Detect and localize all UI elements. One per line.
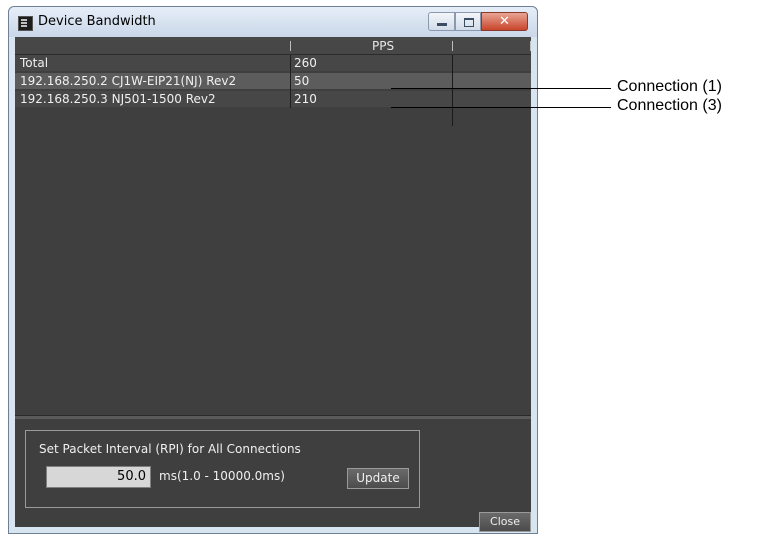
- pps-cell: 50: [294, 74, 310, 88]
- window-title: Device Bandwidth: [38, 14, 156, 29]
- table-row[interactable]: 192.168.250.2 CJ1W-EIP21(NJ) Rev2 50: [15, 73, 531, 89]
- table-header: PPS: [15, 37, 531, 55]
- device-name-cell: 192.168.250.3 NJ501-1500 Rev2: [20, 92, 216, 106]
- maximize-icon: [464, 18, 474, 27]
- title-bar[interactable]: Device Bandwidth ✕: [9, 7, 537, 37]
- table-row[interactable]: 192.168.250.3 NJ501-1500 Rev2 210: [15, 91, 531, 107]
- column-separator[interactable]: [452, 41, 453, 51]
- close-button[interactable]: Close: [479, 512, 531, 532]
- callout-leader-line: [391, 88, 611, 89]
- app-icon: [18, 16, 33, 31]
- minimize-icon: [437, 23, 447, 26]
- table-row[interactable]: Total 260: [15, 55, 531, 71]
- device-name-cell: 192.168.250.2 CJ1W-EIP21(NJ) Rev2: [20, 74, 237, 88]
- column-separator[interactable]: [530, 41, 531, 51]
- splitter[interactable]: [15, 415, 531, 419]
- rpi-group-label: Set Packet Interval (RPI) for All Connec…: [39, 442, 301, 456]
- column-header-pps[interactable]: PPS: [372, 39, 394, 53]
- update-button[interactable]: Update: [347, 468, 409, 489]
- window-close-button[interactable]: ✕: [481, 12, 528, 31]
- column-divider: [452, 55, 453, 126]
- column-separator[interactable]: [290, 41, 291, 51]
- device-name-cell: Total: [20, 56, 49, 70]
- maximize-button[interactable]: [455, 12, 481, 31]
- rpi-range-label: ms(1.0 - 10000.0ms): [159, 469, 285, 483]
- pps-cell: 260: [294, 56, 317, 70]
- callout-connection-3: Connection (3): [617, 97, 722, 114]
- callout-leader-line: [391, 107, 611, 108]
- column-divider: [290, 55, 291, 108]
- rpi-value-input[interactable]: 50.0: [46, 466, 151, 488]
- minimize-button[interactable]: [428, 12, 455, 31]
- close-icon: ✕: [499, 14, 510, 29]
- pps-cell: 210: [294, 92, 317, 106]
- callout-connection-1: Connection (1): [617, 78, 722, 95]
